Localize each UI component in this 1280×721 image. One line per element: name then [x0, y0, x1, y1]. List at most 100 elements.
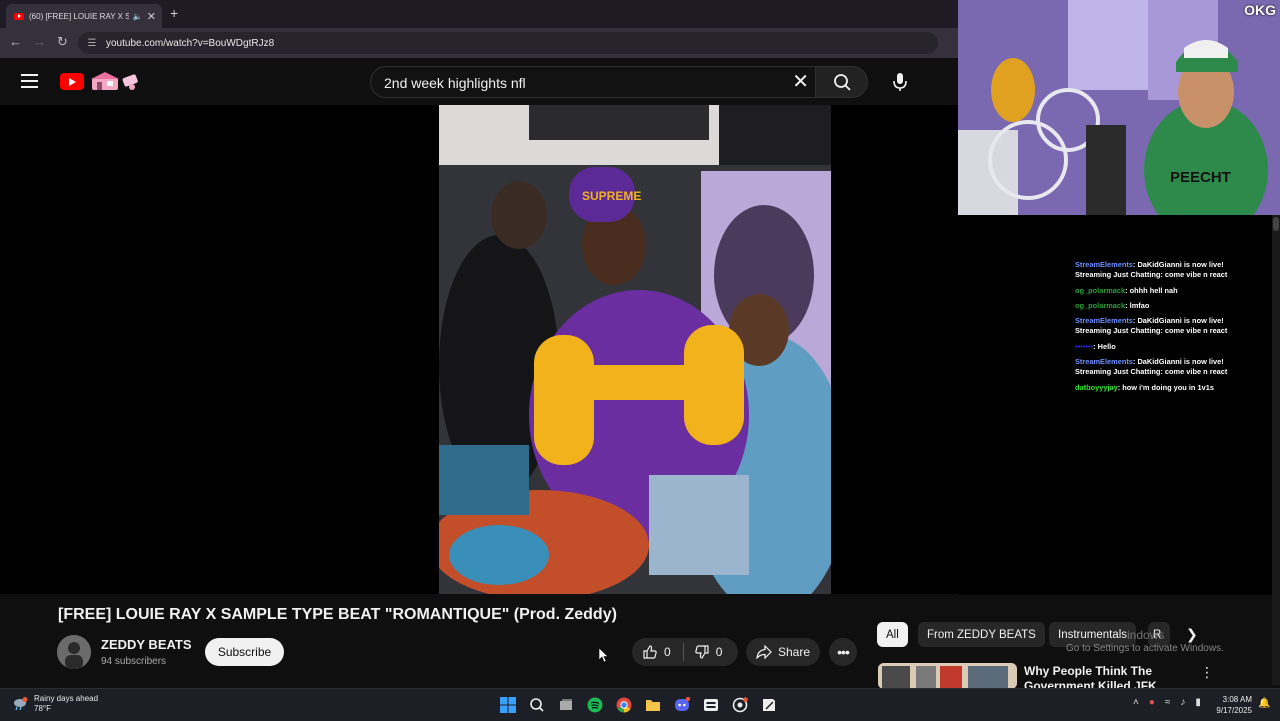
video-player[interactable]: SUPREME [0, 105, 958, 594]
chat-username[interactable]: datboyyyjay [1075, 383, 1118, 392]
youtube-favicon-icon [14, 12, 24, 20]
video-frame-image: SUPREME [439, 105, 831, 594]
page-scrollbar[interactable] [1272, 215, 1280, 685]
recommended-thumbnail[interactable] [878, 663, 1017, 689]
speaker-icon[interactable]: ♪ [1180, 697, 1185, 708]
windows-taskbar: Rainy days ahead 78°F ˄ ● ≈ ♪ ▮ 3:08 AM … [0, 688, 1280, 721]
like-dislike-bar: 0 0 [632, 638, 738, 666]
app-icon[interactable] [759, 695, 779, 715]
channel-name[interactable]: ZEDDY BEATS [101, 637, 192, 652]
address-toolbar: ← → ↻ ☰ youtube.com/watch?v=BouWDgtRJz8 [0, 28, 958, 58]
site-info-icon[interactable]: ☰ [84, 38, 100, 49]
more-actions-button[interactable]: ••• [829, 638, 857, 666]
chevron-right-icon[interactable]: ❯ [1186, 626, 1198, 643]
wifi-icon[interactable]: ≈ [1165, 697, 1171, 708]
share-button[interactable]: Share [746, 638, 820, 666]
browser-tab-youtube[interactable]: (60) [FREE] LOUIE RAY X SA 🔈 ✕ [6, 4, 162, 28]
thumbs-up-icon [643, 645, 657, 659]
url-text: youtube.com/watch?v=BouWDgtRJz8 [106, 37, 275, 49]
app-icon[interactable] [701, 695, 721, 715]
chat-username[interactable]: StreamElements [1075, 357, 1133, 366]
browser-tab-strip: (60) [FREE] LOUIE RAY X SA 🔈 ✕ + [0, 0, 958, 28]
forward-arrow-icon[interactable]: → [33, 34, 46, 49]
rain-cloud-icon [14, 697, 28, 711]
like-button[interactable]: 0 [632, 644, 683, 660]
chevron-up-icon[interactable]: ˄ [1133, 697, 1139, 708]
search-icon[interactable] [527, 695, 547, 715]
new-tab-button[interactable]: + [170, 5, 178, 21]
recorder-app-icon[interactable] [730, 695, 750, 715]
search-icon [834, 74, 851, 91]
windows-start-icon[interactable] [498, 695, 518, 715]
speaker-icon[interactable]: 🔈 [133, 12, 143, 21]
chat-message: og_polarmack: ohhh hell nah [1075, 285, 1178, 295]
search-input[interactable]: 2nd week highlights nfl ✕ [370, 66, 816, 98]
chat-username[interactable]: og_polarmack [1075, 286, 1125, 295]
okg-watermark: OKG [1244, 2, 1276, 18]
youtube-doodle-icon[interactable] [88, 72, 142, 92]
weather-temperature: 78°F [34, 704, 51, 713]
task-view-icon[interactable] [556, 695, 576, 715]
voice-search-button[interactable] [880, 66, 920, 98]
dislike-button[interactable]: 0 [684, 644, 735, 660]
thumbs-down-icon [694, 645, 709, 659]
streamer-webcam: PEECHT OKG [958, 0, 1280, 215]
video-title: [FREE] LOUIE RAY X SAMPLE TYPE BEAT "ROM… [58, 606, 617, 623]
search-button[interactable] [816, 66, 868, 98]
chat-text: how i'm doing you in 1v1s [1122, 382, 1214, 392]
file-explorer-icon[interactable] [643, 695, 663, 715]
svg-text:PEECHT: PEECHT [1170, 169, 1231, 186]
spotify-icon[interactable] [585, 695, 605, 715]
subscriber-count: 94 subscribers [101, 656, 167, 667]
share-arrow-icon [756, 645, 772, 659]
chat-text: ohhh hell nah [1129, 285, 1178, 295]
microphone-icon[interactable]: ● [1149, 697, 1155, 708]
chat-message: StreamElements: DaKidGianni is now live!… [1075, 357, 1228, 377]
clock-time: 3:08 AM [1222, 695, 1252, 704]
hamburger-menu-icon[interactable] [21, 74, 38, 92]
chat-message: •••••••: Hello [1075, 341, 1116, 351]
chat-message: StreamElements: DaKidGianni is now live!… [1075, 260, 1228, 280]
clock[interactable]: 3:08 AM 9/17/2025 [1212, 694, 1252, 716]
chip-all[interactable]: All [877, 622, 908, 647]
notification-bell-icon[interactable]: 🔔 [1258, 698, 1270, 709]
chat-message: datboyyyjay: how i'm doing you in 1v1s [1075, 382, 1214, 392]
address-bar[interactable]: ☰ youtube.com/watch?v=BouWDgtRJz8 [78, 32, 938, 54]
clock-date: 9/17/2025 [1216, 706, 1252, 715]
chat-username[interactable]: og_polarmack [1075, 301, 1125, 310]
back-arrow-icon[interactable]: ← [9, 34, 22, 49]
youtube-header: 2nd week highlights nfl ✕ [0, 58, 958, 105]
chat-username[interactable]: StreamElements [1075, 316, 1133, 325]
chat-message: StreamElements: DaKidGianni is now live!… [1075, 316, 1228, 336]
mouse-cursor-icon [599, 648, 609, 663]
discord-icon[interactable] [672, 695, 692, 715]
weather-forecast: Rainy days ahead [34, 694, 99, 703]
chat-username[interactable]: ••••••• [1075, 342, 1093, 351]
channel-avatar[interactable] [57, 635, 91, 669]
tab-close-icon[interactable]: ✕ [147, 10, 156, 23]
chat-text: Hello [1097, 341, 1116, 351]
clear-search-icon[interactable]: ✕ [792, 72, 809, 92]
stream-chat: StreamElements: DaKidGianni is now live!… [1075, 260, 1245, 398]
recommended-more-icon[interactable]: ⋮ [1200, 664, 1214, 681]
chat-text: lmfao [1129, 300, 1150, 310]
tab-title: (60) [FREE] LOUIE RAY X SA [29, 11, 129, 21]
svg-text:SUPREME: SUPREME [582, 189, 641, 203]
system-tray: ˄ ● ≈ ♪ ▮ [1133, 697, 1201, 708]
dislike-count: 0 [715, 645, 723, 659]
subscribe-button[interactable]: Subscribe [205, 638, 284, 666]
chat-message: og_polarmack: lmfao [1075, 300, 1150, 310]
chip-from-channel[interactable]: From ZEDDY BEATS [918, 622, 1045, 647]
microphone-icon [893, 73, 907, 91]
chrome-icon[interactable] [614, 695, 634, 715]
weather-widget[interactable]: Rainy days ahead 78°F [12, 694, 98, 714]
activate-windows-heading: indows [1127, 628, 1165, 642]
youtube-logo-icon[interactable] [60, 73, 84, 90]
like-count: 0 [664, 645, 671, 659]
chat-username[interactable]: StreamElements [1075, 260, 1133, 269]
share-label: Share [777, 645, 811, 659]
reload-icon[interactable]: ↻ [57, 34, 68, 50]
search-query-text: 2nd week highlights nfl [384, 75, 526, 91]
battery-icon[interactable]: ▮ [1195, 697, 1201, 708]
activate-windows-text: Go to Settings to activate Windows. [1066, 643, 1224, 654]
